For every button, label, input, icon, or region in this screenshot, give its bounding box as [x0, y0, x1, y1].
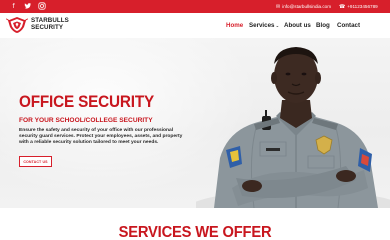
facebook-icon[interactable]: f: [9, 2, 18, 11]
top-bar: f ✉ info@starbullsindia.com ☎ +911234567…: [0, 0, 390, 13]
services-heading: SERVICES WE OFFER: [118, 224, 272, 240]
nav-services[interactable]: Services⌄: [249, 22, 279, 29]
twitter-icon[interactable]: [23, 2, 32, 11]
phone-text: +91123456789: [347, 4, 378, 9]
contact-us-button[interactable]: CONTACT US: [19, 156, 52, 167]
hero-subtitle: FOR YOUR SCHOOL/COLLEGE SECURITY: [19, 117, 153, 124]
hero-description: Ensure the safety and security of your o…: [19, 128, 183, 146]
nav-contact[interactable]: Contact: [337, 22, 360, 29]
nav-blog[interactable]: Blog: [316, 22, 330, 29]
nav-services-label: Services: [249, 22, 275, 29]
email-link[interactable]: ✉ info@starbullsindia.com: [276, 0, 331, 13]
security-guard-image: [196, 47, 390, 208]
hero-title: OFFICE SECURITY: [19, 92, 155, 111]
nav-about[interactable]: About us: [284, 22, 311, 29]
phone-icon: ☎: [339, 3, 346, 10]
logo-line-2: SECURITY: [31, 24, 64, 31]
social-links: f: [9, 2, 46, 11]
logo-emblem-icon: [6, 17, 28, 33]
envelope-icon: ✉: [276, 3, 281, 10]
header: STARBULLS SECURITY Home Services⌄ About …: [0, 13, 390, 38]
nav-home[interactable]: Home: [226, 22, 243, 29]
hero-section: OFFICE SECURITY FOR YOUR SCHOOL/COLLEGE …: [0, 38, 390, 208]
instagram-icon[interactable]: [37, 2, 46, 11]
email-text: info@starbullsindia.com: [282, 4, 332, 9]
phone-link[interactable]: ☎ +91123456789: [339, 0, 378, 13]
logo[interactable]: STARBULLS SECURITY: [6, 16, 69, 34]
chevron-down-icon: ⌄: [275, 24, 280, 29]
logo-text: STARBULLS SECURITY: [31, 18, 69, 31]
